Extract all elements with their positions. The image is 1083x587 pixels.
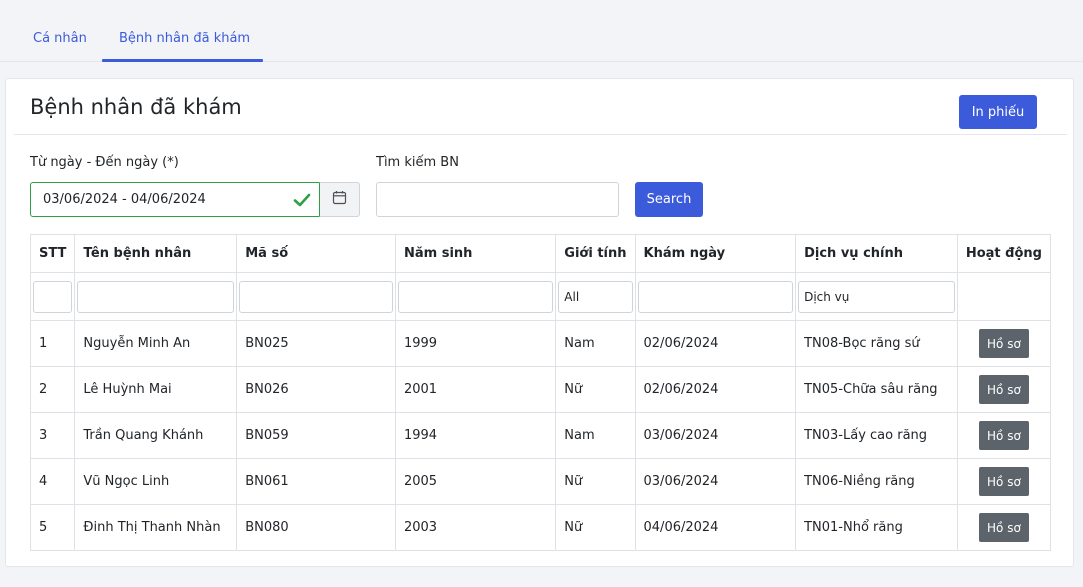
table-row: 5 Đinh Thị Thanh Nhàn BN080 2003 Nữ 04/0… bbox=[29, 504, 1052, 551]
cell-patient-name: Trần Quang Khánh bbox=[74, 412, 238, 459]
header-gender: Giới tính bbox=[555, 234, 636, 273]
tab-bar: Cá nhân Bệnh nhân đã khám bbox=[0, 0, 1083, 62]
filter-code-input[interactable] bbox=[239, 280, 393, 313]
search-patient-label: Tìm kiếm BN bbox=[376, 155, 459, 170]
cell-exam-date: 03/06/2024 bbox=[634, 458, 797, 505]
cell-actions: Hồ sơ bbox=[956, 504, 1052, 551]
cell-patient-name: Vũ Ngọc Linh bbox=[74, 458, 238, 505]
filter-name-input[interactable] bbox=[77, 280, 235, 313]
cell-birth-year: 2003 bbox=[394, 504, 557, 551]
check-icon bbox=[293, 192, 311, 212]
page-title: Bệnh nhân đã khám bbox=[30, 95, 242, 119]
cell-main-service: TN06-Niềng răng bbox=[795, 458, 958, 505]
cell-main-service: TN01-Nhổ răng bbox=[795, 504, 958, 551]
cell-actions: Hồ sơ bbox=[956, 412, 1052, 459]
calendar-button[interactable] bbox=[319, 182, 360, 217]
filter-birth-year-input[interactable] bbox=[397, 280, 554, 313]
cell-gender: Nữ bbox=[555, 504, 636, 551]
filter-gender-input[interactable] bbox=[558, 280, 633, 313]
header-code: Mã số bbox=[236, 234, 396, 273]
cell-code: BN080 bbox=[236, 504, 396, 551]
header-stt: STT bbox=[29, 234, 76, 273]
cell-exam-date: 04/06/2024 bbox=[634, 504, 797, 551]
cell-patient-name: Lê Huỳnh Mai bbox=[74, 366, 238, 413]
cell-actions: Hồ sơ bbox=[956, 366, 1052, 413]
cell-actions: Hồ sơ bbox=[956, 320, 1052, 367]
header-patient-name: Tên bệnh nhân bbox=[74, 234, 238, 273]
date-range-group: 03/06/2024 - 04/06/2024 bbox=[30, 182, 360, 217]
cell-stt: 4 bbox=[29, 458, 76, 505]
cell-main-service: TN05-Chữa sâu răng bbox=[795, 366, 958, 413]
table-row: 2 Lê Huỳnh Mai BN026 2001 Nữ 02/06/2024 … bbox=[29, 366, 1052, 413]
cell-gender: Nữ bbox=[555, 366, 636, 413]
examined-patients-card: Bệnh nhân đã khám In phiếu Từ ngày - Đến… bbox=[5, 78, 1074, 567]
card-divider bbox=[14, 134, 1067, 135]
cell-main-service: TN08-Bọc răng sứ bbox=[795, 320, 958, 367]
cell-exam-date: 03/06/2024 bbox=[634, 412, 797, 459]
filter-service-input[interactable] bbox=[798, 280, 955, 313]
calendar-icon bbox=[332, 190, 347, 209]
cell-gender: Nam bbox=[555, 412, 636, 459]
cell-code: BN061 bbox=[236, 458, 396, 505]
cell-birth-year: 1999 bbox=[394, 320, 557, 367]
header-exam-date: Khám ngày bbox=[634, 234, 797, 273]
cell-main-service: TN03-Lấy cao răng bbox=[795, 412, 958, 459]
date-range-value: 03/06/2024 - 04/06/2024 bbox=[43, 192, 206, 207]
search-button[interactable]: Search bbox=[635, 182, 703, 217]
filter-stt-input[interactable] bbox=[33, 280, 73, 313]
cell-birth-year: 2001 bbox=[394, 366, 557, 413]
cell-patient-name: Nguyễn Minh An bbox=[74, 320, 238, 367]
cell-code: BN026 bbox=[236, 366, 396, 413]
profile-button[interactable]: Hồ sơ bbox=[978, 421, 1029, 450]
header-main-service: Dịch vụ chính bbox=[795, 234, 958, 273]
table-row: 3 Trần Quang Khánh BN059 1994 Nam 03/06/… bbox=[29, 412, 1052, 459]
tab-personal[interactable]: Cá nhân bbox=[33, 31, 87, 46]
profile-button[interactable]: Hồ sơ bbox=[978, 375, 1029, 404]
cell-gender: Nam bbox=[555, 320, 636, 367]
table-row: 1 Nguyễn Minh An BN025 1999 Nam 02/06/20… bbox=[29, 320, 1052, 367]
profile-button[interactable]: Hồ sơ bbox=[978, 329, 1029, 358]
date-range-label: Từ ngày - Đến ngày (*) bbox=[30, 155, 179, 170]
table-row: 4 Vũ Ngọc Linh BN061 2005 Nữ 03/06/2024 … bbox=[29, 458, 1052, 505]
cell-birth-year: 2005 bbox=[394, 458, 557, 505]
search-patient-input[interactable] bbox=[376, 182, 619, 217]
filter-actions-cell bbox=[956, 272, 1052, 321]
print-button[interactable]: In phiếu bbox=[959, 95, 1037, 129]
profile-button[interactable]: Hồ sơ bbox=[978, 467, 1029, 496]
patients-table: STT Tên bệnh nhân Mã số Năm sinh Giới tí… bbox=[29, 234, 1052, 551]
date-range-input[interactable]: 03/06/2024 - 04/06/2024 bbox=[30, 182, 320, 217]
profile-button[interactable]: Hồ sơ bbox=[978, 513, 1029, 542]
filter-date-input[interactable] bbox=[637, 280, 794, 313]
cell-code: BN059 bbox=[236, 412, 396, 459]
filter-row bbox=[29, 272, 1052, 321]
cell-stt: 5 bbox=[29, 504, 76, 551]
cell-exam-date: 02/06/2024 bbox=[634, 366, 797, 413]
cell-code: BN025 bbox=[236, 320, 396, 367]
cell-actions: Hồ sơ bbox=[956, 458, 1052, 505]
cell-stt: 1 bbox=[29, 320, 76, 367]
cell-patient-name: Đinh Thị Thanh Nhàn bbox=[74, 504, 238, 551]
table-header-row: STT Tên bệnh nhân Mã số Năm sinh Giới tí… bbox=[29, 234, 1052, 273]
cell-gender: Nữ bbox=[555, 458, 636, 505]
header-actions: Hoạt động bbox=[956, 234, 1052, 273]
tab-examined-patients[interactable]: Bệnh nhân đã khám bbox=[119, 31, 250, 46]
cell-exam-date: 02/06/2024 bbox=[634, 320, 797, 367]
cell-stt: 2 bbox=[29, 366, 76, 413]
active-tab-indicator bbox=[102, 59, 263, 62]
cell-stt: 3 bbox=[29, 412, 76, 459]
cell-birth-year: 1994 bbox=[394, 412, 557, 459]
header-birth-year: Năm sinh bbox=[394, 234, 557, 273]
